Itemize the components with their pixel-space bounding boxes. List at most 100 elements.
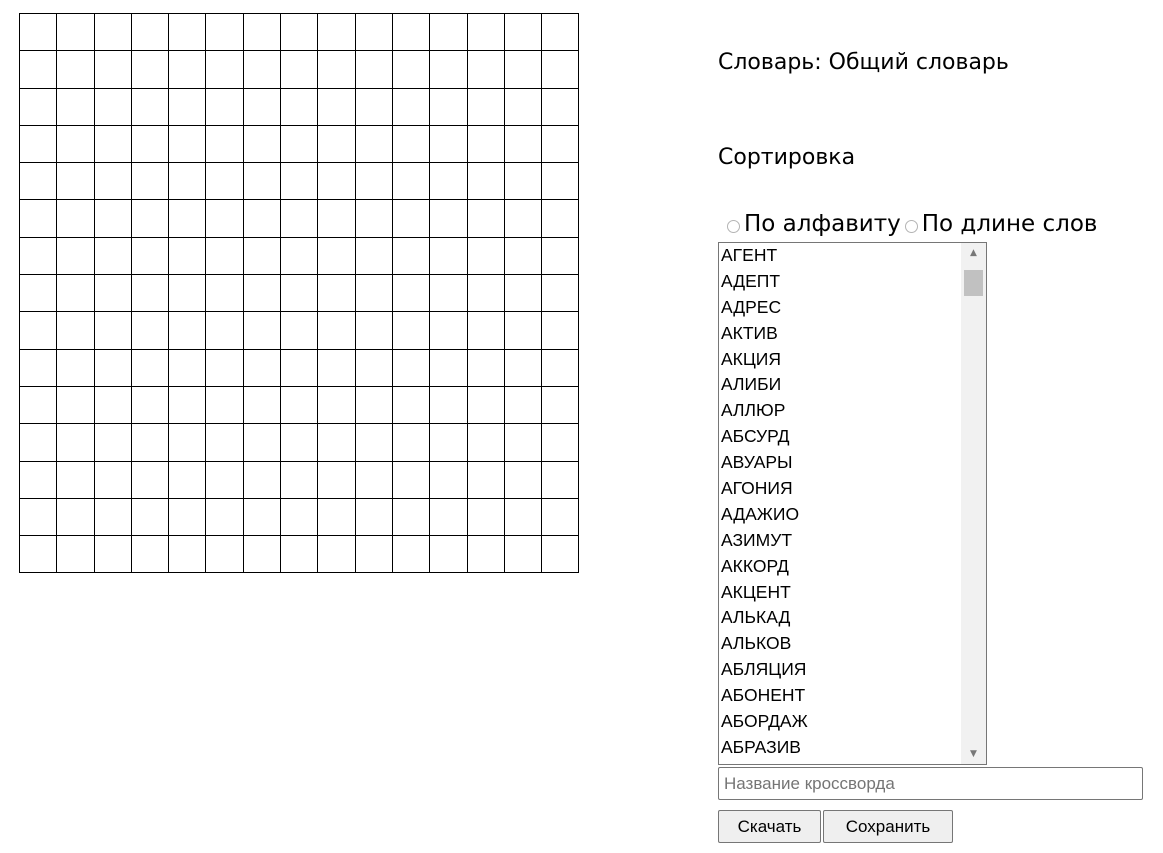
grid-cell[interactable] bbox=[466, 274, 505, 313]
grid-cell[interactable] bbox=[205, 460, 244, 499]
grid-cell[interactable] bbox=[242, 348, 282, 387]
list-item[interactable]: АЛЛЮР bbox=[721, 398, 961, 424]
grid-cell[interactable] bbox=[541, 199, 580, 238]
grid-cell[interactable] bbox=[354, 423, 393, 462]
grid-cell[interactable] bbox=[317, 236, 356, 276]
grid-cell[interactable] bbox=[205, 274, 244, 313]
grid-cell[interactable] bbox=[503, 162, 543, 201]
grid-cell[interactable] bbox=[503, 236, 543, 276]
grid-cell[interactable] bbox=[280, 385, 319, 425]
grid-cell[interactable] bbox=[18, 87, 58, 126]
grid-cell[interactable] bbox=[317, 199, 356, 238]
grid-cell[interactable] bbox=[93, 385, 132, 425]
grid-cell[interactable] bbox=[391, 236, 431, 276]
grid-cell[interactable] bbox=[466, 497, 505, 537]
grid-cell[interactable] bbox=[56, 348, 95, 387]
list-item[interactable]: АКЦИЯ bbox=[721, 347, 961, 373]
grid-cell[interactable] bbox=[205, 12, 244, 52]
grid-cell[interactable] bbox=[130, 497, 170, 537]
grid-cell[interactable] bbox=[391, 199, 431, 238]
list-item[interactable]: АККОРД bbox=[721, 554, 961, 580]
list-item[interactable]: АДАЖИО bbox=[721, 502, 961, 528]
grid-cell[interactable] bbox=[354, 236, 393, 276]
grid-cell[interactable] bbox=[168, 311, 207, 350]
grid-cell[interactable] bbox=[242, 423, 282, 462]
grid-cell[interactable] bbox=[56, 423, 95, 462]
scroll-down-arrow-icon[interactable]: ▼ bbox=[961, 744, 986, 764]
grid-cell[interactable] bbox=[56, 12, 95, 52]
grid-cell[interactable] bbox=[205, 87, 244, 126]
grid-cell[interactable] bbox=[242, 124, 282, 164]
grid-cell[interactable] bbox=[205, 124, 244, 164]
grid-cell[interactable] bbox=[205, 311, 244, 350]
grid-cell[interactable] bbox=[130, 385, 170, 425]
grid-cell[interactable] bbox=[280, 311, 319, 350]
grid-cell[interactable] bbox=[354, 87, 393, 126]
grid-cell[interactable] bbox=[56, 50, 95, 89]
grid-cell[interactable] bbox=[56, 385, 95, 425]
grid-cell[interactable] bbox=[205, 199, 244, 238]
grid-cell[interactable] bbox=[391, 162, 431, 201]
grid-cell[interactable] bbox=[130, 236, 170, 276]
grid-cell[interactable] bbox=[503, 423, 543, 462]
grid-cell[interactable] bbox=[354, 50, 393, 89]
grid-cell[interactable] bbox=[130, 274, 170, 313]
grid-cell[interactable] bbox=[205, 535, 244, 574]
grid-cell[interactable] bbox=[93, 50, 132, 89]
grid-cell[interactable] bbox=[429, 87, 468, 126]
list-item[interactable]: АБЛЯЦИЯ bbox=[721, 657, 961, 683]
grid-cell[interactable] bbox=[429, 535, 468, 574]
grid-cell[interactable] bbox=[503, 460, 543, 499]
grid-cell[interactable] bbox=[56, 497, 95, 537]
grid-cell[interactable] bbox=[168, 236, 207, 276]
grid-cell[interactable] bbox=[280, 124, 319, 164]
grid-cell[interactable] bbox=[391, 311, 431, 350]
grid-cell[interactable] bbox=[541, 311, 580, 350]
grid-cell[interactable] bbox=[317, 348, 356, 387]
scrollbar-thumb[interactable] bbox=[964, 270, 983, 296]
grid-cell[interactable] bbox=[429, 385, 468, 425]
grid-cell[interactable] bbox=[391, 535, 431, 574]
sort-by-length-label[interactable]: По длине слов bbox=[922, 211, 1098, 237]
grid-cell[interactable] bbox=[280, 423, 319, 462]
grid-cell[interactable] bbox=[541, 124, 580, 164]
grid-cell[interactable] bbox=[429, 497, 468, 537]
grid-cell[interactable] bbox=[391, 460, 431, 499]
grid-cell[interactable] bbox=[18, 348, 58, 387]
grid-cell[interactable] bbox=[168, 385, 207, 425]
grid-cell[interactable] bbox=[466, 236, 505, 276]
grid-cell[interactable] bbox=[93, 460, 132, 499]
scroll-up-arrow-icon[interactable]: ▲ bbox=[961, 243, 986, 263]
grid-cell[interactable] bbox=[168, 124, 207, 164]
list-item[interactable]: АКЦЕНТ bbox=[721, 580, 961, 606]
grid-cell[interactable] bbox=[242, 535, 282, 574]
grid-cell[interactable] bbox=[280, 12, 319, 52]
grid-cell[interactable] bbox=[56, 274, 95, 313]
list-item[interactable]: АЗИМУТ bbox=[721, 528, 961, 554]
grid-cell[interactable] bbox=[466, 460, 505, 499]
grid-cell[interactable] bbox=[168, 274, 207, 313]
grid-cell[interactable] bbox=[317, 385, 356, 425]
grid-cell[interactable] bbox=[280, 535, 319, 574]
grid-cell[interactable] bbox=[541, 460, 580, 499]
grid-cell[interactable] bbox=[93, 199, 132, 238]
grid-cell[interactable] bbox=[317, 87, 356, 126]
grid-cell[interactable] bbox=[354, 535, 393, 574]
grid-cell[interactable] bbox=[168, 87, 207, 126]
grid-cell[interactable] bbox=[317, 535, 356, 574]
grid-cell[interactable] bbox=[18, 311, 58, 350]
grid-cell[interactable] bbox=[317, 423, 356, 462]
grid-cell[interactable] bbox=[242, 236, 282, 276]
grid-cell[interactable] bbox=[541, 348, 580, 387]
grid-cell[interactable] bbox=[56, 87, 95, 126]
grid-cell[interactable] bbox=[280, 274, 319, 313]
grid-cell[interactable] bbox=[56, 162, 95, 201]
grid-cell[interactable] bbox=[317, 12, 356, 52]
grid-cell[interactable] bbox=[205, 162, 244, 201]
list-item[interactable]: АБСУРД bbox=[721, 424, 961, 450]
grid-cell[interactable] bbox=[205, 385, 244, 425]
grid-cell[interactable] bbox=[503, 385, 543, 425]
grid-cell[interactable] bbox=[93, 423, 132, 462]
grid-cell[interactable] bbox=[391, 423, 431, 462]
grid-cell[interactable] bbox=[354, 162, 393, 201]
